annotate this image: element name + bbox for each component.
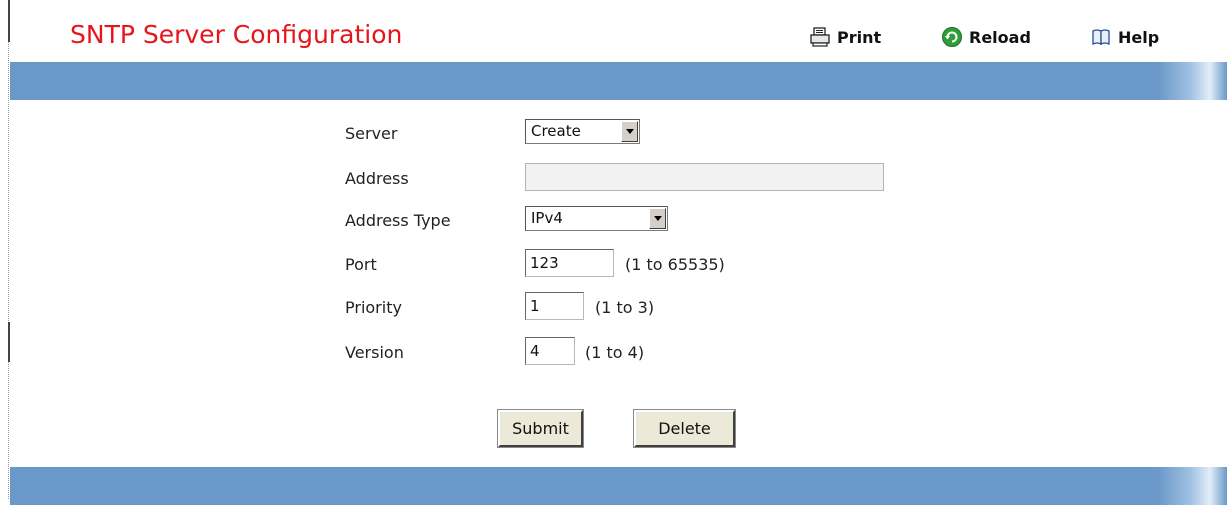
address-type-select[interactable]: IPv4: [525, 206, 668, 231]
priority-input[interactable]: [525, 292, 584, 320]
help-label: Help: [1118, 27, 1160, 47]
priority-label: Priority: [345, 298, 402, 317]
delete-button[interactable]: Delete: [633, 409, 736, 448]
version-label: Version: [345, 343, 404, 362]
footer-band: [10, 467, 1227, 505]
server-select[interactable]: Create: [525, 119, 640, 144]
left-edge-mark-lower: [8, 322, 10, 362]
port-label: Port: [345, 255, 377, 274]
page-title: SNTP Server Configuration: [70, 20, 403, 49]
reload-icon: [941, 26, 963, 48]
port-range: (1 to 65535): [625, 255, 725, 274]
port-input[interactable]: [525, 249, 614, 277]
help-book-icon: [1090, 26, 1112, 48]
address-type-select-value: IPv4: [531, 209, 563, 227]
chevron-down-icon[interactable]: [649, 208, 666, 229]
priority-range: (1 to 3): [595, 298, 655, 317]
header-band: [10, 62, 1227, 100]
reload-label: Reload: [969, 27, 1031, 47]
printer-icon: [809, 26, 831, 48]
version-range: (1 to 4): [585, 343, 645, 362]
print-button[interactable]: Print: [809, 24, 881, 50]
help-button[interactable]: Help: [1090, 24, 1159, 50]
address-label: Address: [345, 169, 409, 188]
left-edge-mark: [8, 0, 10, 42]
submit-button[interactable]: Submit: [497, 409, 584, 448]
address-type-label: Address Type: [345, 211, 451, 230]
reload-button[interactable]: Reload: [941, 24, 1031, 50]
server-select-value: Create: [531, 122, 581, 140]
server-label: Server: [345, 124, 398, 143]
print-label: Print: [837, 27, 882, 47]
left-edge-dotted: [8, 0, 9, 499]
address-input[interactable]: [525, 163, 884, 191]
version-input[interactable]: [525, 337, 575, 365]
chevron-down-icon[interactable]: [621, 121, 638, 142]
